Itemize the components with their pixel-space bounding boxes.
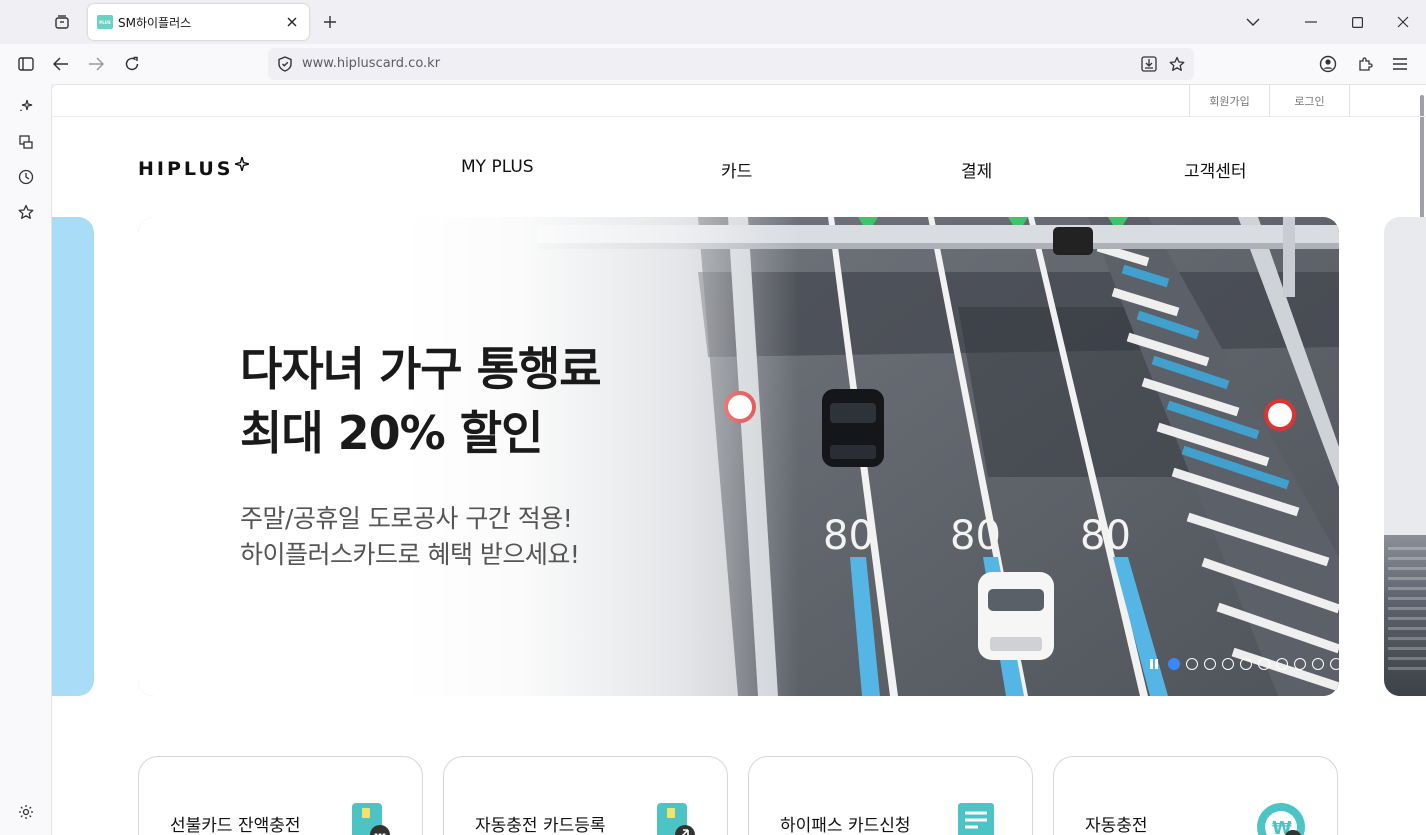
gnb-card[interactable]: 카드 bbox=[721, 157, 752, 182]
hamburger-icon[interactable] bbox=[1390, 54, 1410, 74]
chevron-down-icon[interactable] bbox=[1230, 0, 1276, 44]
puzzle-icon[interactable] bbox=[1355, 54, 1375, 74]
login-link[interactable]: 로그인 bbox=[1270, 85, 1350, 117]
quick-card-prepaid-charge[interactable]: 선불카드 잔액충전 bbox=[138, 756, 423, 835]
back-arrow-icon[interactable] bbox=[51, 54, 71, 74]
hero-title-line2: 최대 20% 할인 bbox=[240, 406, 543, 460]
maximize-icon[interactable] bbox=[1334, 0, 1380, 44]
slide-dot-6[interactable] bbox=[1258, 658, 1270, 670]
spark-icon bbox=[235, 157, 250, 171]
slide-pager bbox=[1150, 657, 1339, 671]
document-icon bbox=[958, 803, 994, 835]
close-window-icon[interactable] bbox=[1380, 0, 1426, 44]
minimize-icon[interactable] bbox=[1288, 0, 1334, 44]
sparkle-icon[interactable] bbox=[16, 96, 36, 116]
slide-dot-3[interactable] bbox=[1204, 658, 1216, 670]
gnb-payment[interactable]: 결제 bbox=[961, 157, 992, 182]
shield-icon[interactable] bbox=[276, 55, 294, 73]
hero-sub-line2: 하이플러스카드로 혜택 받으세요! bbox=[240, 540, 580, 569]
hiplus-logo[interactable]: HIPLUS bbox=[138, 157, 250, 181]
history-icon[interactable] bbox=[16, 167, 36, 187]
site-favicon-icon: PLUS bbox=[97, 15, 113, 29]
next-slide-peek[interactable] bbox=[1384, 217, 1426, 696]
account-icon[interactable] bbox=[1318, 54, 1338, 74]
quick-menu: 선불카드 잔액충전 자동충전 카드등록 하이패스 카드신청 자동충전 ₩ bbox=[138, 756, 1339, 835]
favicon-text: PLUS bbox=[99, 19, 111, 25]
page-viewport: 회원가입 로그인 HIPLUS MY PLUS 카드 결제 고객센터 다자녀 가… bbox=[51, 84, 1426, 835]
slide-dot-10[interactable] bbox=[1330, 658, 1339, 670]
gear-icon[interactable] bbox=[16, 802, 36, 822]
tab-strip: PLUS SM하이플러스 bbox=[0, 0, 1426, 44]
prepaid-card-icon bbox=[352, 803, 390, 835]
sidebar-toggle-icon[interactable] bbox=[16, 54, 36, 74]
download-icon[interactable] bbox=[1140, 55, 1158, 73]
slide-dot-5[interactable] bbox=[1240, 658, 1252, 670]
quick-card-label: 자동충전 카드등록 bbox=[475, 816, 606, 835]
synced-tabs-icon[interactable] bbox=[16, 132, 36, 152]
gnb-customer-center[interactable]: 고객센터 bbox=[1184, 157, 1247, 182]
hero-sub-line1: 주말/공휴일 도로공사 구간 적용! bbox=[240, 504, 573, 533]
star-icon[interactable] bbox=[1168, 55, 1186, 73]
close-icon[interactable] bbox=[283, 13, 301, 31]
slide-dot-9[interactable] bbox=[1312, 658, 1324, 670]
quick-card-label: 선불카드 잔액충전 bbox=[170, 816, 301, 835]
slide-dot-8[interactable] bbox=[1294, 658, 1306, 670]
forward-arrow-icon[interactable] bbox=[86, 54, 106, 74]
logo-text: HIPLUS bbox=[138, 158, 234, 180]
quick-card-auto-charge-register[interactable]: 자동충전 카드등록 bbox=[443, 756, 728, 835]
browser-tab[interactable]: PLUS SM하이플러스 bbox=[88, 4, 309, 40]
bookmarks-star-icon[interactable] bbox=[16, 202, 36, 222]
navigation-toolbar: www.hipluscard.co.kr bbox=[0, 44, 1426, 84]
signup-link[interactable]: 회원가입 bbox=[1190, 85, 1270, 117]
tab-list-icon[interactable] bbox=[50, 10, 74, 34]
card-register-icon bbox=[657, 803, 695, 835]
quick-card-label: 자동충전 bbox=[1085, 816, 1148, 835]
quick-card-hipass-apply[interactable]: 하이패스 카드신청 bbox=[748, 756, 1033, 835]
quick-card-label: 하이패스 카드신청 bbox=[780, 816, 911, 835]
prev-slide-peek[interactable] bbox=[52, 217, 94, 696]
slide-dot-7[interactable] bbox=[1276, 658, 1288, 670]
pause-icon[interactable] bbox=[1150, 659, 1160, 669]
utility-bar: 회원가입 로그인 bbox=[52, 85, 1426, 117]
quick-card-auto-charge[interactable]: 자동충전 ₩ bbox=[1053, 756, 1338, 835]
hero-banner[interactable]: 80 80 80 다자녀 가구 통행료 최대 20% 할인 주말/ bbox=[138, 217, 1339, 696]
hero-title: 다자녀 가구 통행료 최대 20% 할인 bbox=[240, 337, 602, 465]
slide-dot-4[interactable] bbox=[1222, 658, 1234, 670]
reload-icon[interactable] bbox=[122, 54, 142, 74]
slide-dot-2[interactable] bbox=[1186, 658, 1198, 670]
url-text[interactable]: www.hipluscard.co.kr bbox=[302, 56, 440, 71]
won-coin-icon: ₩ bbox=[1257, 803, 1305, 835]
hero-subtitle: 주말/공휴일 도로공사 구간 적용! 하이플러스카드로 혜택 받으세요! bbox=[240, 501, 580, 573]
hero-title-line1: 다자녀 가구 통행료 bbox=[240, 342, 602, 396]
address-bar[interactable]: www.hipluscard.co.kr bbox=[268, 48, 1194, 80]
global-nav: HIPLUS MY PLUS 카드 결제 고객센터 bbox=[52, 117, 1426, 217]
browser-sidebar bbox=[0, 84, 51, 835]
slide-dot-1[interactable] bbox=[1168, 658, 1180, 670]
plus-icon[interactable] bbox=[320, 12, 340, 32]
tab-title: SM하이플러스 bbox=[118, 16, 192, 30]
gnb-my-plus[interactable]: MY PLUS bbox=[461, 157, 534, 177]
